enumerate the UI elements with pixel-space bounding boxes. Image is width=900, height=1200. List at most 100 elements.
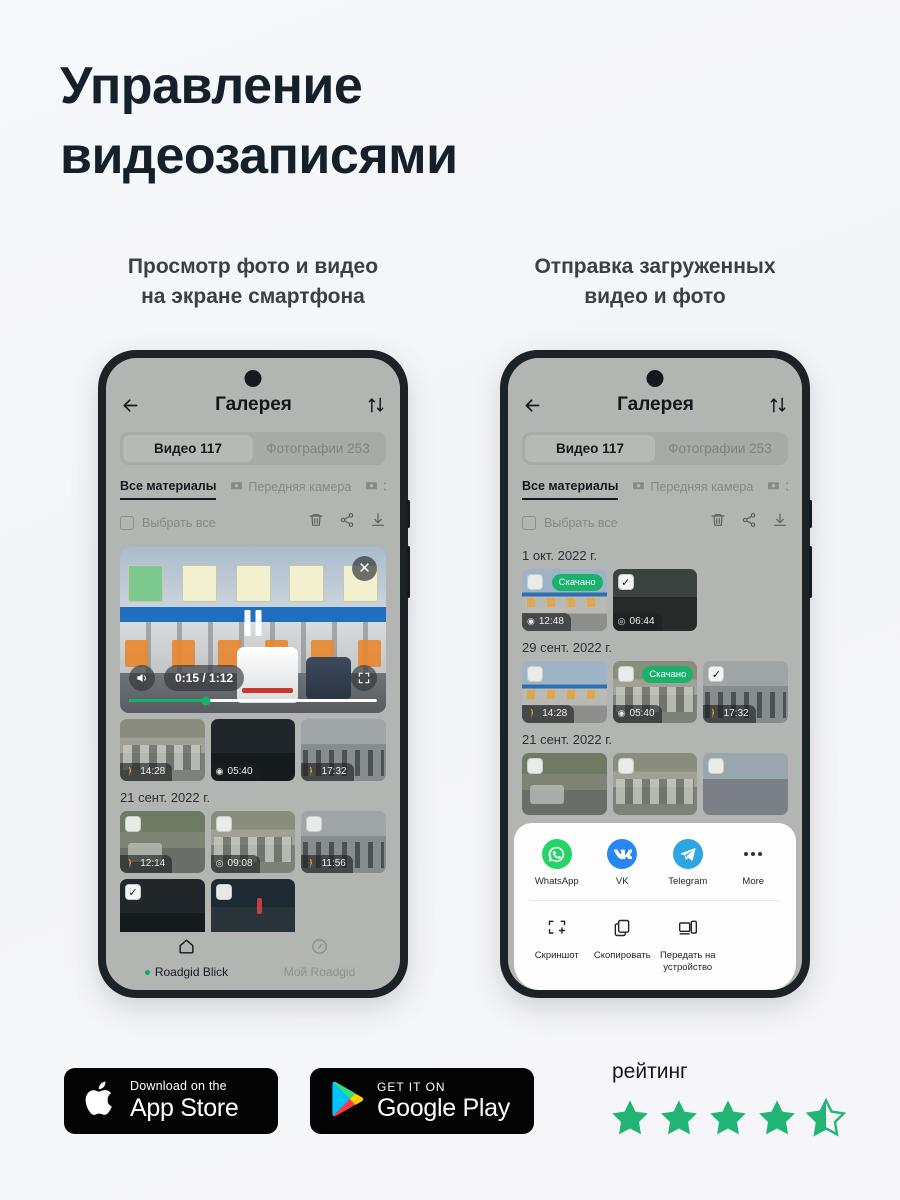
arrow-left-icon[interactable] bbox=[522, 395, 543, 416]
share-icon[interactable] bbox=[339, 512, 355, 533]
thumbnail-timestamp: ◉ 12:48 bbox=[522, 613, 571, 631]
share-target-telegram[interactable]: Telegram bbox=[655, 839, 721, 888]
gallery-item[interactable] bbox=[522, 753, 607, 815]
share-target-more[interactable]: More bbox=[721, 839, 787, 888]
trash-icon[interactable] bbox=[308, 512, 324, 533]
share-sheet-apps-row: WhatsApp VK Telegram More bbox=[518, 837, 792, 900]
share-target-vk[interactable]: VK bbox=[590, 839, 656, 888]
gallery-item[interactable]: 🚶 17:32 bbox=[301, 719, 387, 781]
download-icon[interactable] bbox=[772, 512, 788, 533]
gallery-item[interactable] bbox=[703, 569, 788, 631]
copy-icon bbox=[607, 913, 637, 943]
filter-all-materials[interactable]: Все материалы bbox=[120, 479, 217, 500]
rating-label: рейтинг bbox=[612, 1060, 688, 1083]
gallery-item[interactable]: Скачано ◉ 12:48 bbox=[522, 569, 607, 631]
gallery-item[interactable]: ✓ ◎ 06:44 bbox=[612, 569, 698, 631]
gallery-item-checkbox[interactable]: ✓ bbox=[617, 574, 634, 590]
gallery-item-checkbox[interactable] bbox=[215, 816, 232, 832]
gallery-item[interactable]: 🚶 12:14 bbox=[120, 811, 205, 873]
gallery-item[interactable]: ✓ 🚶 17:32 bbox=[703, 661, 789, 723]
gallery-item[interactable]: ✓ bbox=[120, 879, 205, 932]
gallery-item[interactable]: ◎ 09:08 bbox=[210, 811, 296, 873]
sidebar-item-roadgid-blick[interactable]: Roadgid Blick bbox=[120, 937, 253, 979]
gallery-item-checkbox[interactable] bbox=[215, 884, 232, 900]
download-icon[interactable] bbox=[370, 512, 386, 533]
player-overhead-signs bbox=[127, 565, 379, 602]
gallery-body-right[interactable]: 1 окт. 2022 г. Скачано ◉ 12:48 ✓ ◎ 06:44… bbox=[508, 539, 802, 990]
gallery-item[interactable] bbox=[301, 879, 386, 932]
gallery-item[interactable]: ◉ 05:40 bbox=[210, 719, 296, 781]
phone-mockup-right: Галерея Видео 117 Фотографии 253 Все мат… bbox=[500, 350, 812, 998]
filter-front-camera[interactable]: Передняя камера bbox=[230, 479, 351, 500]
tab-video[interactable]: Видео 117 bbox=[525, 435, 655, 462]
telegram-icon bbox=[672, 839, 703, 870]
gallery-item[interactable]: 🚶 14:28 bbox=[120, 719, 205, 781]
tab-photos[interactable]: Фотографии 253 bbox=[253, 435, 383, 462]
home-icon bbox=[177, 937, 196, 961]
gallery-item[interactable]: Скачано ◉ 05:40 bbox=[612, 661, 698, 723]
thumbnail-time-label: 05:40 bbox=[227, 766, 253, 777]
player-progress-handle[interactable] bbox=[201, 696, 211, 705]
share-action-cast[interactable]: Передать на устройство bbox=[655, 913, 721, 974]
gallery-item-checkbox[interactable]: ✓ bbox=[708, 666, 725, 682]
select-all-control[interactable]: Выбрать все bbox=[120, 515, 216, 530]
selection-toolbar: Выбрать все bbox=[120, 506, 386, 539]
gallery-item-checkbox[interactable] bbox=[527, 666, 543, 682]
filter-rear-camera-label: З bbox=[383, 480, 386, 494]
filter-front-camera-label: Передняя камера bbox=[650, 480, 754, 494]
gallery-item-checkbox[interactable] bbox=[617, 666, 634, 682]
app-store-badge[interactable]: Download on the App Store bbox=[64, 1068, 278, 1134]
gallery-item-checkbox[interactable] bbox=[527, 574, 543, 590]
toolbar-actions bbox=[710, 512, 788, 533]
tab-photos[interactable]: Фотографии 253 bbox=[655, 435, 785, 462]
arrow-left-icon[interactable] bbox=[120, 395, 141, 416]
rear-camera-icon bbox=[365, 479, 378, 495]
gallery-item-checkbox[interactable] bbox=[306, 816, 323, 832]
page-title-line1: Управление bbox=[60, 57, 363, 115]
gallery-item-checkbox[interactable]: ✓ bbox=[125, 884, 141, 900]
fullscreen-icon[interactable] bbox=[351, 665, 377, 691]
gallery-item-checkbox[interactable] bbox=[527, 758, 543, 774]
select-all-checkbox[interactable] bbox=[120, 515, 134, 530]
share-target-more-label: More bbox=[742, 876, 765, 888]
share-action-screenshot[interactable]: Скриншот bbox=[524, 913, 590, 974]
thumbnail-time-label: 17:32 bbox=[723, 708, 749, 719]
filter-all-materials[interactable]: Все материалы bbox=[522, 479, 619, 500]
gallery-item[interactable]: 🚶 14:28 bbox=[522, 661, 607, 723]
pause-icon[interactable] bbox=[244, 610, 262, 637]
sort-arrows-icon[interactable] bbox=[366, 395, 386, 415]
gallery-item-checkbox[interactable] bbox=[708, 758, 725, 774]
media-type-segmented-control[interactable]: Видео 117 Фотографии 253 bbox=[120, 432, 386, 465]
gallery-item-checkbox[interactable] bbox=[125, 816, 141, 832]
tab-video[interactable]: Видео 117 bbox=[123, 435, 253, 462]
filter-front-camera[interactable]: Передняя камера bbox=[632, 479, 753, 500]
trash-icon[interactable] bbox=[710, 512, 726, 533]
gallery-item[interactable] bbox=[703, 753, 789, 815]
video-player[interactable]: ✕ 0:15 / 1:12 bbox=[120, 547, 386, 713]
share-target-whatsapp[interactable]: WhatsApp bbox=[524, 839, 590, 888]
sort-arrows-icon[interactable] bbox=[768, 395, 788, 415]
filter-all-materials-label: Все материалы bbox=[522, 479, 619, 493]
media-type-segmented-control[interactable]: Видео 117 Фотографии 253 bbox=[522, 432, 788, 465]
player-progress-bar[interactable] bbox=[129, 696, 377, 705]
close-icon[interactable]: ✕ bbox=[352, 556, 377, 581]
select-all-control[interactable]: Выбрать все bbox=[522, 515, 618, 530]
google-play-badge[interactable]: GET IT ON Google Play bbox=[310, 1068, 534, 1134]
gallery-body-left[interactable]: ✕ 0:15 / 1:12 🚶 14:28 ◉ 05:40 🚶 17:32 21… bbox=[106, 539, 400, 932]
select-all-checkbox[interactable] bbox=[522, 515, 536, 530]
sidebar-item-my-roadgid[interactable]: Мой Roadgid bbox=[253, 937, 386, 979]
gallery-item[interactable] bbox=[612, 753, 698, 815]
filter-rear-camera[interactable]: З bbox=[767, 479, 788, 500]
downloaded-badge: Скачано bbox=[551, 574, 603, 591]
gallery-item-checkbox[interactable] bbox=[617, 758, 634, 774]
rating-stars bbox=[608, 1096, 848, 1140]
share-action-copy-label: Скопировать bbox=[593, 950, 651, 962]
gallery-item[interactable]: 🚶 11:56 bbox=[301, 811, 387, 873]
app-store-small-label: Download on the bbox=[130, 1079, 227, 1094]
volume-icon[interactable] bbox=[129, 665, 155, 691]
share-icon[interactable] bbox=[741, 512, 757, 533]
filter-rear-camera[interactable]: З bbox=[365, 479, 386, 500]
wifi-icon: ◎ bbox=[617, 616, 626, 626]
share-action-copy[interactable]: Скопировать bbox=[590, 913, 656, 974]
gallery-item[interactable] bbox=[210, 879, 296, 932]
